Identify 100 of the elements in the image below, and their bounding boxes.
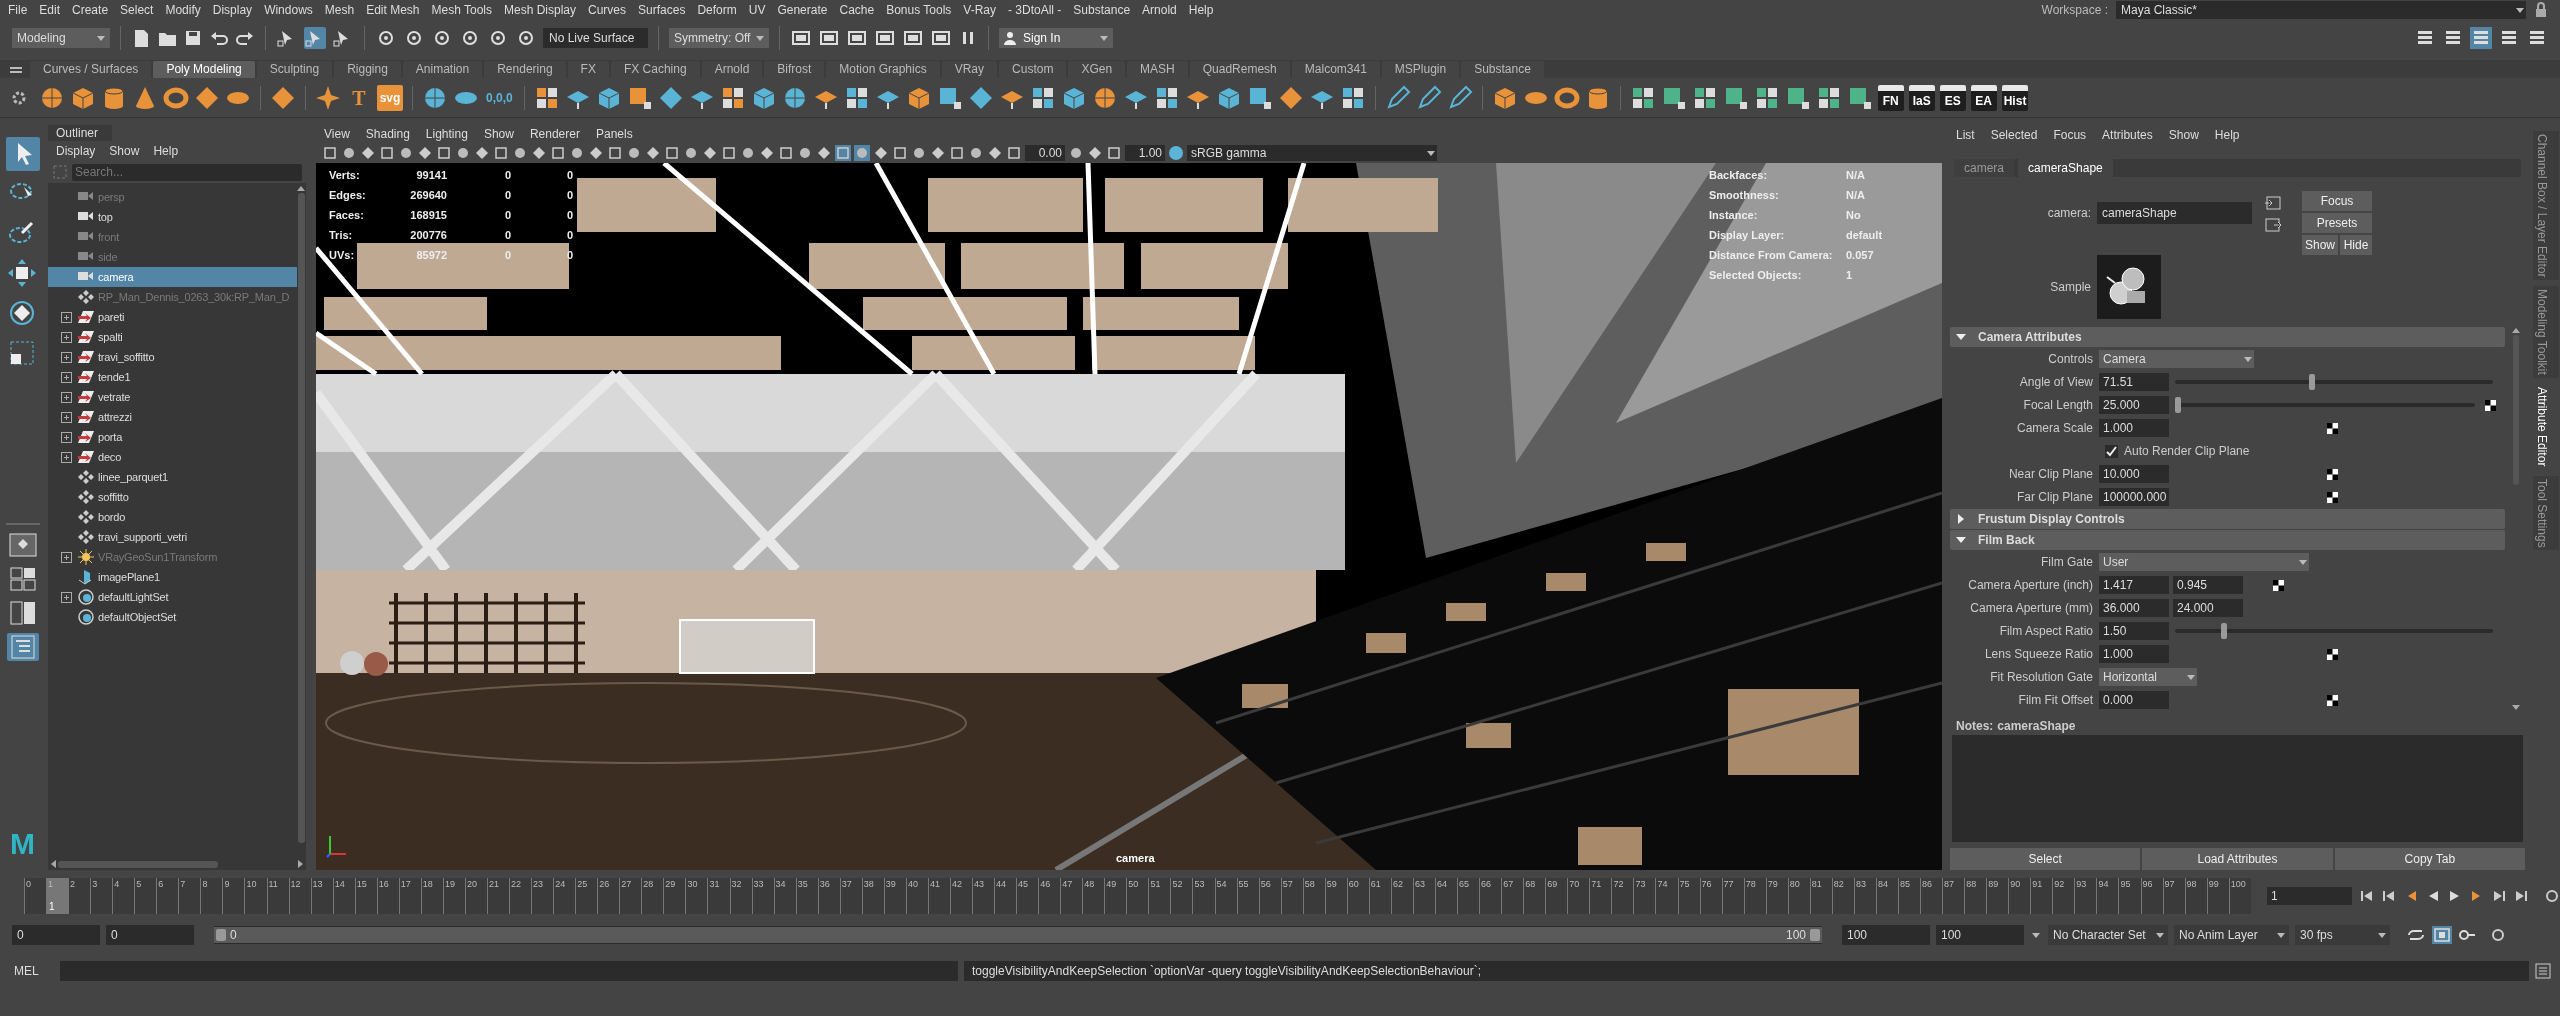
shelf-tab[interactable]: MASH bbox=[1127, 61, 1188, 78]
number-field[interactable]: 1.000 bbox=[2099, 419, 2169, 437]
tree-item[interactable]: camera bbox=[48, 267, 297, 287]
symmetry-dropdown[interactable]: Symmetry: Off bbox=[669, 28, 769, 48]
side-tab[interactable]: Tool Settings bbox=[2533, 475, 2559, 551]
input-connection-icon[interactable] bbox=[2264, 195, 2282, 211]
shelf-tab[interactable]: Arnold bbox=[701, 61, 763, 78]
expand-icon[interactable] bbox=[61, 551, 72, 563]
tree-item[interactable]: imagePlane1 bbox=[48, 567, 297, 587]
number-field[interactable]: 0.000 bbox=[2099, 691, 2169, 709]
step-back-icon[interactable] bbox=[2382, 889, 2396, 903]
diamond-icon[interactable] bbox=[270, 84, 296, 111]
viewport-tool-icon[interactable] bbox=[740, 145, 756, 161]
menu-item[interactable]: Help bbox=[1182, 0, 1220, 20]
map-button-icon[interactable] bbox=[2327, 648, 2338, 660]
pencil-icon[interactable] bbox=[1384, 84, 1411, 111]
expand-icon[interactable] bbox=[61, 451, 72, 463]
scroll-down-icon[interactable] bbox=[2512, 705, 2520, 711]
menu-item[interactable]: Substance bbox=[1067, 0, 1137, 20]
map-button-icon[interactable] bbox=[2327, 422, 2338, 434]
settings-icon[interactable] bbox=[2544, 888, 2560, 904]
show-button[interactable]: Show bbox=[2302, 235, 2338, 255]
viewport-tool-icon[interactable] bbox=[949, 145, 965, 161]
menu-item[interactable]: - 3DtoAll - bbox=[1002, 0, 1068, 20]
viewport-tool-icon[interactable] bbox=[550, 145, 566, 161]
pencil-icon[interactable] bbox=[1415, 84, 1442, 111]
menu-item[interactable]: Bonus Tools bbox=[880, 0, 958, 20]
viewport-tool-icon[interactable] bbox=[759, 145, 775, 161]
number-field[interactable]: 0.945 bbox=[2173, 576, 2243, 594]
script-language-label[interactable]: MEL bbox=[14, 962, 54, 980]
diamond-icon[interactable] bbox=[194, 84, 220, 111]
map-button-icon[interactable] bbox=[2327, 468, 2338, 480]
number-field[interactable]: 1.000 bbox=[2099, 645, 2169, 663]
section-header[interactable]: Frustum Display Controls bbox=[1950, 509, 2505, 529]
menu-item[interactable]: Show bbox=[483, 125, 514, 143]
shelf-tab[interactable]: Sculpting bbox=[256, 61, 333, 78]
map-button-icon[interactable] bbox=[2327, 491, 2338, 503]
menu-item[interactable]: V-Ray bbox=[957, 0, 1002, 20]
search-field[interactable]: Search... bbox=[72, 163, 302, 181]
dropdown[interactable]: User bbox=[2099, 553, 2309, 571]
expand-icon[interactable] bbox=[61, 591, 72, 603]
shelf-tab[interactable]: Animation bbox=[402, 61, 483, 78]
shelf-tab[interactable]: Motion Graphics bbox=[826, 61, 940, 78]
shelf-tab[interactable]: QuadRemesh bbox=[1189, 61, 1290, 78]
viewport-tool-icon[interactable] bbox=[493, 145, 509, 161]
expand-icon[interactable] bbox=[61, 411, 72, 423]
menu-item[interactable]: Lighting bbox=[425, 125, 468, 143]
tree-item[interactable]: defaultObjectSet bbox=[48, 607, 297, 627]
viewport-tool-icon[interactable] bbox=[797, 145, 813, 161]
menu-item[interactable]: UV bbox=[742, 0, 772, 20]
shelf-label-button[interactable]: Hist bbox=[2001, 84, 2029, 111]
bottom-button[interactable]: Load Attributes bbox=[2142, 848, 2333, 870]
viewport-tool-icon[interactable] bbox=[531, 145, 547, 161]
tree-item[interactable]: tende1 bbox=[48, 367, 297, 387]
viewport-tool-icon[interactable] bbox=[816, 145, 832, 161]
shelf-tab[interactable]: VRay bbox=[941, 61, 998, 78]
menu-item[interactable]: Panels bbox=[595, 125, 633, 143]
viewport-tool-icon[interactable] bbox=[968, 145, 984, 161]
viewport-tool-icon[interactable] bbox=[569, 145, 585, 161]
checkbox[interactable] bbox=[2105, 444, 2118, 458]
number-field[interactable]: 100000.000 bbox=[2099, 488, 2169, 506]
anim-layer-dropdown[interactable]: No Anim Layer bbox=[2174, 925, 2289, 945]
menu-item[interactable]: Select bbox=[114, 0, 160, 20]
range-handle[interactable] bbox=[216, 929, 226, 941]
menu-item[interactable]: File bbox=[2, 0, 34, 20]
menu-item[interactable]: Renderer bbox=[529, 125, 580, 143]
menu-item[interactable]: Mesh bbox=[318, 0, 361, 20]
menu-item[interactable]: Selected bbox=[1990, 126, 2038, 144]
shelf-tab[interactable]: Curves / Surfaces bbox=[30, 61, 152, 78]
shelf-label-button[interactable]: ES bbox=[1939, 84, 1966, 111]
dropdown[interactable]: Camera bbox=[2099, 350, 2254, 368]
tree-item[interactable]: defaultLightSet bbox=[48, 587, 297, 607]
viewport-tool-icon[interactable] bbox=[398, 145, 414, 161]
node-tab[interactable]: cameraShape bbox=[2018, 159, 2113, 177]
viewport-tool-icon[interactable] bbox=[379, 145, 395, 161]
node-tab[interactable]: camera bbox=[1954, 159, 2014, 177]
tree-item[interactable]: travi_supporti_vetri bbox=[48, 527, 297, 547]
menu-item[interactable]: Mesh Display bbox=[498, 0, 583, 20]
side-tab[interactable]: Channel Box / Layer Editor bbox=[2533, 131, 2559, 281]
expand-icon[interactable] bbox=[61, 311, 72, 323]
node-name-field[interactable]: cameraShape bbox=[2097, 202, 2252, 224]
settings-icon[interactable] bbox=[2490, 927, 2506, 943]
viewport-tool-icon[interactable] bbox=[341, 145, 357, 161]
shelf-tab[interactable]: Bifrost bbox=[764, 61, 825, 78]
scroll-up-icon[interactable] bbox=[2512, 327, 2520, 333]
menu-item[interactable]: Edit bbox=[33, 0, 67, 20]
shelf-tab[interactable]: Poly Modeling bbox=[153, 61, 255, 78]
scrollbar-thumb[interactable] bbox=[297, 193, 305, 843]
notes-field[interactable] bbox=[1952, 735, 2523, 842]
viewport-tool-icon[interactable] bbox=[455, 145, 471, 161]
shelf-tab[interactable]: MSPlugin bbox=[1381, 61, 1460, 78]
save-icon[interactable] bbox=[183, 28, 203, 48]
bottom-button[interactable]: Select bbox=[1950, 848, 2141, 870]
tree-item[interactable]: top bbox=[48, 207, 297, 227]
shelf-tab[interactable]: Substance bbox=[1461, 61, 1544, 78]
menu-item[interactable]: View bbox=[324, 125, 350, 143]
tree-item[interactable]: pareti bbox=[48, 307, 297, 327]
viewport-tool-icon[interactable] bbox=[1068, 145, 1084, 161]
shelf-tab[interactable]: Malcom341 bbox=[1291, 61, 1380, 78]
start-time-field[interactable]: 0 bbox=[12, 925, 100, 945]
